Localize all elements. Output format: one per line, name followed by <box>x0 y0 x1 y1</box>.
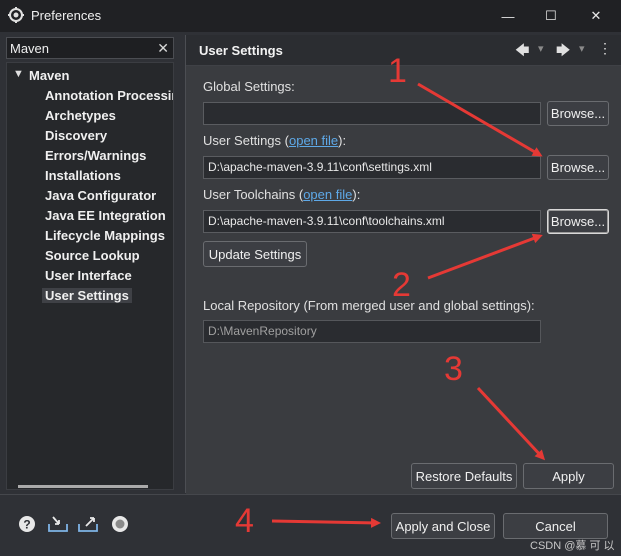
user-toolchains-browse-button[interactable]: Browse... <box>547 209 609 234</box>
user-settings-open-file-link[interactable]: open file <box>289 133 338 148</box>
clear-filter-icon[interactable]: ✕ <box>157 40 169 57</box>
apply-and-close-button[interactable]: Apply and Close <box>391 513 495 539</box>
global-settings-label: Global Settings: <box>203 79 295 94</box>
user-settings-label-end: ): <box>338 133 347 148</box>
tree-item-source-lookup[interactable]: Source Lookup <box>45 248 140 263</box>
help-icon[interactable]: ? <box>18 515 36 533</box>
tree-horizontal-scrollbar[interactable] <box>18 485 148 488</box>
user-settings-browse-button[interactable]: Browse... <box>547 155 609 180</box>
watermark: CSDN @慕 可 以 <box>530 540 615 552</box>
filter-input[interactable] <box>10 40 150 56</box>
collapse-icon[interactable]: ▼ <box>13 68 24 80</box>
tree-item-java-configurator[interactable]: Java Configurator <box>45 188 156 203</box>
user-toolchains-open-file-link[interactable]: open file <box>303 187 352 202</box>
close-icon: ✕ <box>590 8 602 23</box>
cancel-button[interactable]: Cancel <box>503 513 608 539</box>
minimize-icon: — <box>501 8 515 24</box>
tree-item-errors-warnings[interactable]: Errors/Warnings <box>45 148 146 163</box>
annotation-number-4: 4 <box>235 502 254 540</box>
window-title: Preferences <box>31 8 102 23</box>
app-icon <box>8 7 24 23</box>
tree-item-archetypes[interactable]: Archetypes <box>45 108 116 123</box>
restore-defaults-button[interactable]: Restore Defaults <box>411 463 517 489</box>
tree-item-discovery[interactable]: Discovery <box>45 128 107 143</box>
local-repository-field: D:\MavenRepository <box>203 320 541 343</box>
tree-item-installations[interactable]: Installations <box>45 168 121 183</box>
annotation-number-2: 2 <box>392 266 411 304</box>
global-settings-field[interactable] <box>203 102 541 125</box>
maximize-icon: ☐ <box>545 8 557 23</box>
annotation-number-3: 3 <box>444 350 463 388</box>
tree-item-user-settings[interactable]: User Settings <box>42 288 132 303</box>
global-settings-browse-button[interactable]: Browse... <box>547 101 609 126</box>
export-icon[interactable] <box>77 515 99 533</box>
view-menu-icon[interactable]: ⋮ <box>598 40 612 57</box>
tree-item-java-ee-integration[interactable]: Java EE Integration <box>45 208 166 223</box>
maximize-button[interactable]: ☐ <box>528 0 574 32</box>
user-toolchains-label-text: User Toolchains ( <box>203 187 304 202</box>
tree-item-annotation-processing[interactable]: Annotation Processin <box>45 88 173 103</box>
tree-item-lifecycle-mappings[interactable]: Lifecycle Mappings <box>45 228 165 243</box>
back-dropdown-icon[interactable]: ▾ <box>538 42 544 55</box>
back-icon[interactable]: 🡄 <box>515 40 529 64</box>
page-title: User Settings <box>199 43 283 58</box>
forward-icon[interactable]: 🡆 <box>556 40 570 64</box>
annotation-number-1: 1 <box>388 52 407 90</box>
local-repository-label: Local Repository (From merged user and g… <box>203 298 535 313</box>
tree-item-maven[interactable]: Maven <box>29 68 69 83</box>
svg-text:?: ? <box>23 518 30 532</box>
update-settings-button[interactable]: Update Settings <box>203 241 307 267</box>
import-icon[interactable] <box>47 515 69 533</box>
user-toolchains-label-end: ): <box>352 187 361 202</box>
preferences-tree: ▼ Maven Annotation Processin Archetypes … <box>6 62 174 490</box>
filter-box: ✕ <box>6 37 174 59</box>
forward-dropdown-icon[interactable]: ▾ <box>579 42 585 55</box>
record-icon[interactable] <box>111 515 129 533</box>
minimize-button[interactable]: — <box>485 0 531 32</box>
apply-button[interactable]: Apply <box>523 463 614 489</box>
user-toolchains-label: User Toolchains (open file): <box>203 187 360 202</box>
user-toolchains-field[interactable]: D:\apache-maven-3.9.11\conf\toolchains.x… <box>203 210 541 233</box>
user-settings-field[interactable]: D:\apache-maven-3.9.11\conf\settings.xml <box>203 156 541 179</box>
close-button[interactable]: ✕ <box>573 0 619 32</box>
user-settings-label-text: User Settings ( <box>203 133 289 148</box>
user-settings-label: User Settings (open file): <box>203 133 346 148</box>
tree-item-user-interface[interactable]: User Interface <box>45 268 132 283</box>
